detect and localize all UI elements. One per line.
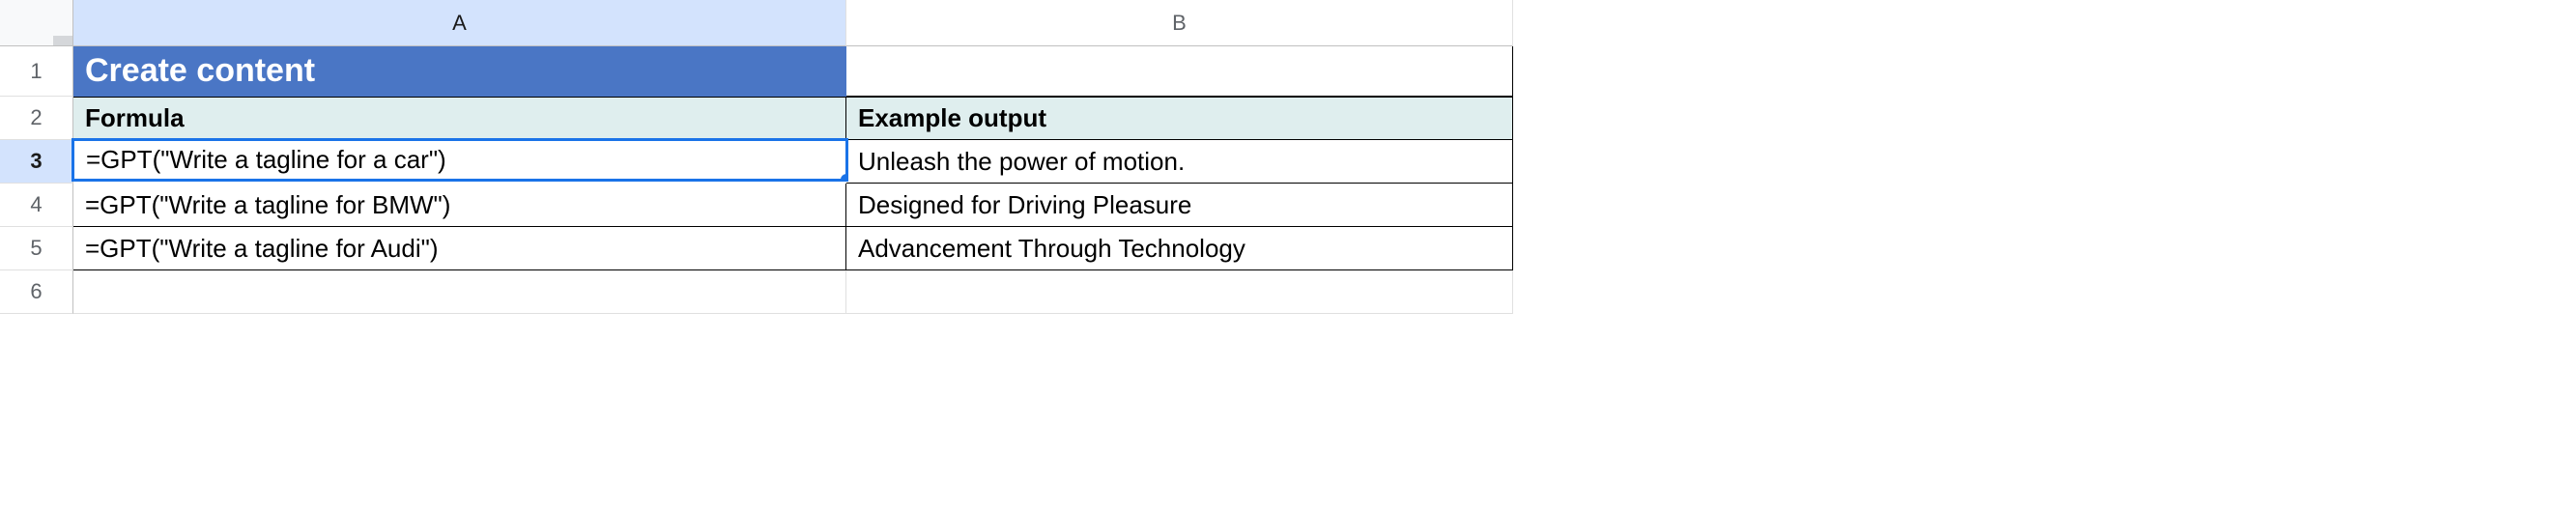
cell-b4[interactable]: Designed for Driving Pleasure [846,184,1513,227]
select-all-corner[interactable] [0,0,73,46]
cell-a5[interactable]: =GPT("Write a tagline for Audi") [73,227,846,270]
spreadsheet-grid: A B 1 Create content 2 Formula Example o… [0,0,2576,314]
cell-b2[interactable]: Example output [846,97,1513,140]
column-header-a[interactable]: A [73,0,846,46]
cell-a2[interactable]: Formula [73,97,846,140]
cell-b5[interactable]: Advancement Through Technology [846,227,1513,270]
cell-a1[interactable]: Create content [73,46,846,97]
cell-b1[interactable] [846,46,1513,97]
row-header-6[interactable]: 6 [0,270,73,314]
cell-a3[interactable]: =GPT("Write a tagline for a car") [72,138,848,182]
column-header-b[interactable]: B [846,0,1513,46]
row-header-2[interactable]: 2 [0,97,73,140]
cell-a4[interactable]: =GPT("Write a tagline for BMW") [73,184,846,227]
cell-b3[interactable]: Unleash the power of motion. [846,140,1513,184]
row-header-1[interactable]: 1 [0,46,73,97]
cell-a6[interactable] [73,270,846,314]
row-header-4[interactable]: 4 [0,184,73,227]
row-header-3[interactable]: 3 [0,140,73,184]
cell-b6[interactable] [846,270,1513,314]
row-header-5[interactable]: 5 [0,227,73,270]
